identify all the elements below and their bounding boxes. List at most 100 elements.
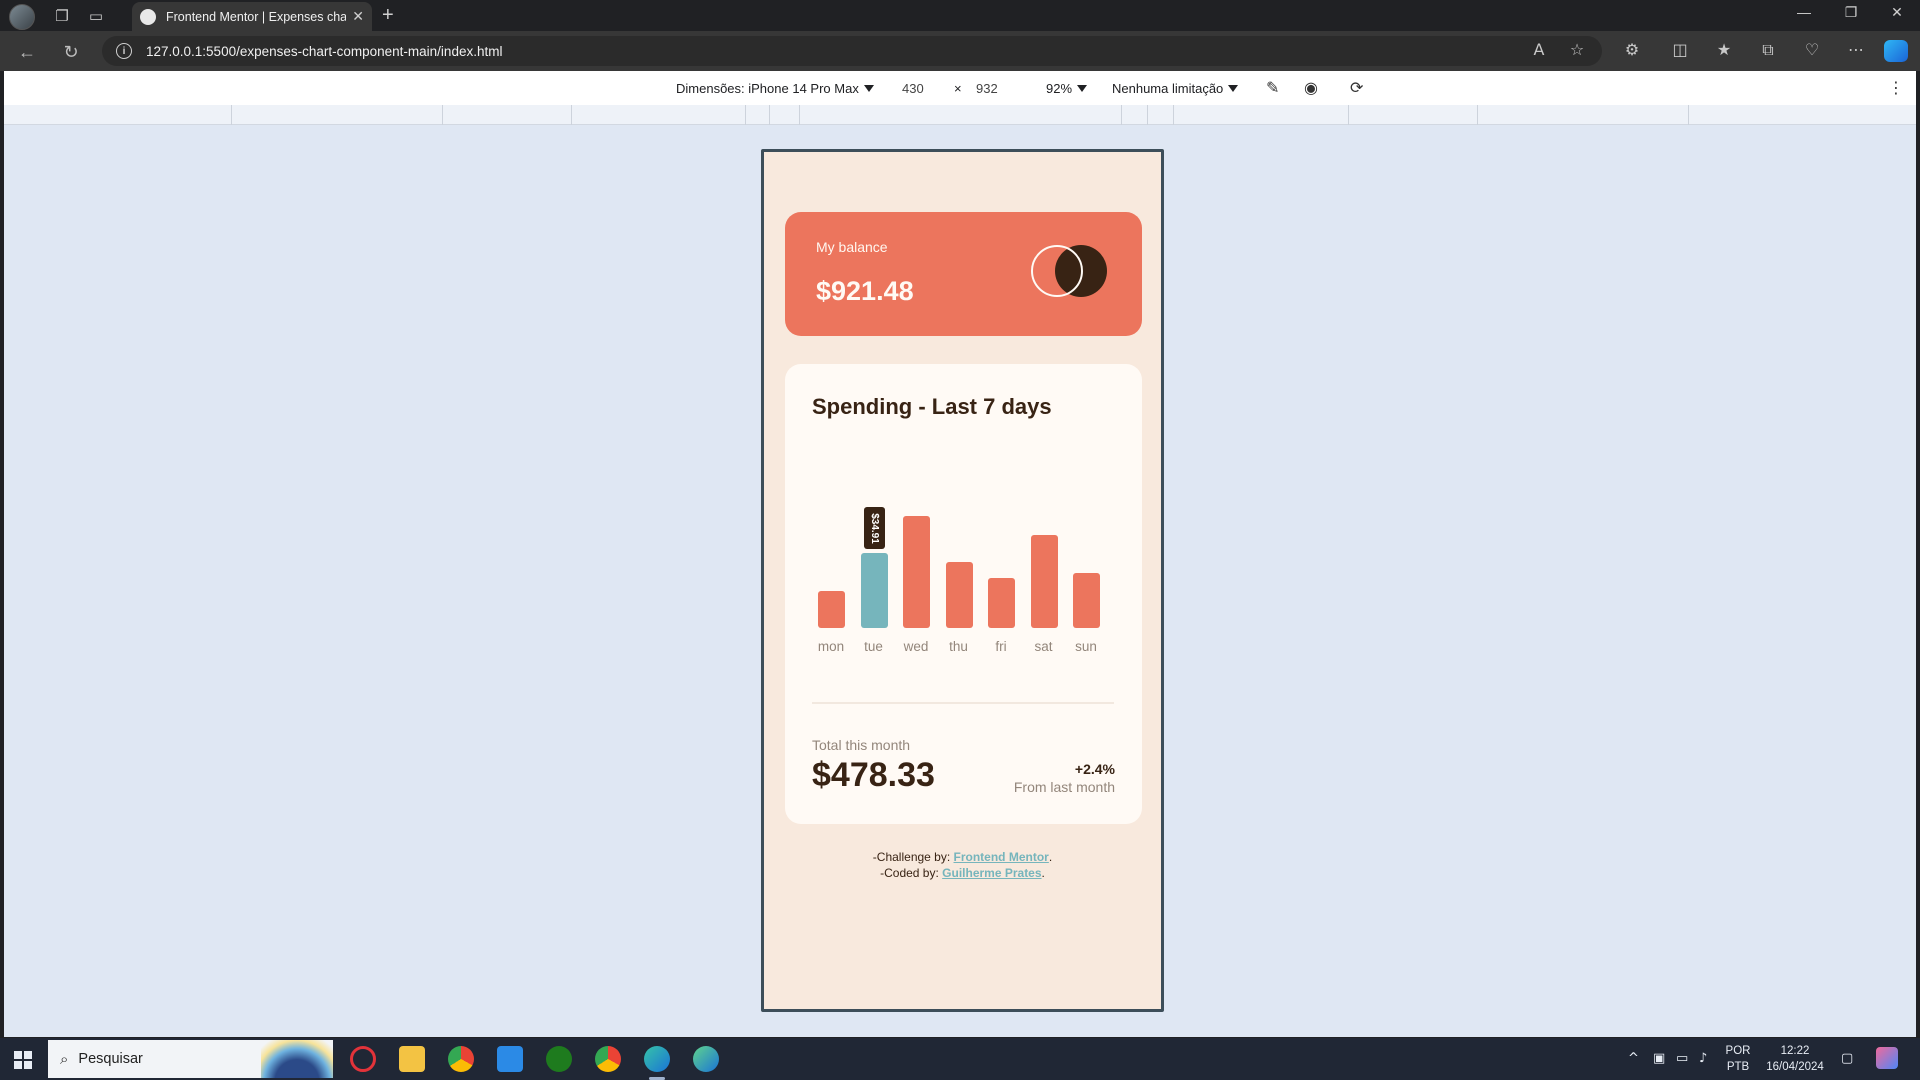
chrome-profile-icon[interactable] [595, 1046, 621, 1072]
clock-date: 16/04/2024 [1766, 1061, 1824, 1073]
coded-line: -Coded by: Guilherme Prates. [764, 865, 1161, 881]
width-input[interactable]: 430 [902, 81, 924, 96]
favorite-star-icon[interactable]: ☆ [1565, 40, 1589, 59]
edge-dev-icon[interactable] [693, 1046, 719, 1072]
dimension-separator: × [954, 81, 962, 96]
chevron-down-icon [863, 85, 874, 92]
eyedropper-icon[interactable]: ✎ [1266, 78, 1279, 97]
chrome-icon[interactable] [448, 1046, 474, 1072]
author-link[interactable]: Guilherme Prates [942, 866, 1041, 880]
lang-bottom: PTB [1726, 1061, 1750, 1073]
frontend-mentor-link[interactable]: Frontend Mentor [954, 850, 1049, 864]
browser-essentials-icon[interactable]: ♡ [1800, 40, 1824, 59]
device-select[interactable]: Dimensões: iPhone 14 Pro Max [676, 81, 874, 96]
tab-title: Frontend Mentor | Expenses chart compone… [166, 9, 347, 24]
profile-avatar[interactable] [9, 4, 35, 30]
windows-taskbar: ⌕ Pesquisar ^ ▣ ▭ ♪ POR PTB 12:22 16/04/20… [0, 1038, 1920, 1080]
refresh-icon[interactable]: ↻ [58, 39, 84, 65]
spending-chart: mon tue $34.91 wed thu fri sat sun [812, 494, 1112, 654]
change-percent: +2.4% [1074, 761, 1115, 777]
chart-label-tue: tue [864, 639, 883, 654]
device-more-icon[interactable]: ⋮ [1888, 78, 1904, 97]
vscode-icon[interactable] [497, 1046, 523, 1072]
rotate-device-icon[interactable]: ⟳ [1350, 78, 1363, 97]
throttle-select[interactable]: Nenhuma limitação [1112, 81, 1239, 96]
chart-tooltip: $34.91 [863, 507, 885, 549]
chart-bar-mon[interactable] [818, 591, 845, 628]
tab-favicon-icon [140, 8, 156, 25]
attribution: -Challenge by: Frontend Mentor. -Coded b… [764, 849, 1161, 881]
chart-bar-wed[interactable] [903, 516, 930, 628]
meet-now-icon[interactable]: ▣ [1653, 1051, 1665, 1066]
network-icon[interactable]: ▭ [1676, 1051, 1688, 1066]
windows-start-icon[interactable] [14, 1051, 32, 1069]
restore-icon[interactable]: ❐ [1831, 4, 1871, 21]
chart-label-thu: thu [949, 639, 968, 654]
show-hidden-icons-icon[interactable]: ^ [1628, 1051, 1639, 1066]
height-input[interactable]: 932 [976, 81, 998, 96]
throttle-label: Nenhuma limitação [1112, 81, 1224, 96]
challenge-prefix: -Challenge by: [872, 850, 954, 864]
copilot-taskbar-icon[interactable] [1876, 1047, 1898, 1069]
read-aloud-icon[interactable]: A [1527, 40, 1551, 59]
close-tab-icon[interactable]: ✕ [352, 8, 364, 25]
chart-bar-sat[interactable] [1030, 535, 1058, 628]
chart-label-sun: sun [1075, 639, 1097, 654]
chart-label-sat: sat [1034, 639, 1053, 654]
file-explorer-icon[interactable] [399, 1046, 425, 1072]
chart-bar-tue[interactable] [860, 553, 888, 628]
close-window-icon[interactable]: ✕ [1877, 4, 1917, 21]
change-label: From last month [1013, 779, 1115, 795]
chevron-down-icon [1077, 85, 1088, 92]
page-viewport: Dimensões: iPhone 14 Pro Max 430 × 932 9… [4, 71, 1916, 1037]
vertical-tabs-icon[interactable]: ▭ [84, 4, 108, 28]
lang-top: POR [1725, 1045, 1751, 1057]
clock[interactable]: 12:22 16/04/2024 [1760, 1043, 1830, 1075]
balance-label: My balance [816, 239, 888, 255]
favorites-icon[interactable]: ★ [1712, 40, 1736, 59]
chart-label-wed: wed [903, 639, 929, 654]
device-label: Dimensões: iPhone 14 Pro Max [676, 81, 859, 96]
device-toolbar: Dimensões: iPhone 14 Pro Max 430 × 932 9… [4, 71, 1916, 105]
workspaces-icon[interactable]: ❐ [50, 4, 74, 28]
address-url[interactable]: 127.0.0.1:5500/expenses-chart-component-… [146, 44, 502, 59]
opera-icon[interactable] [350, 1046, 376, 1072]
chart-bar-thu[interactable] [945, 562, 973, 628]
chart-label-mon: mon [817, 639, 845, 654]
language-indicator[interactable]: POR PTB [1722, 1043, 1754, 1075]
browser-toolbar: ← ↻ i 127.0.0.1:5500/expenses-chart-comp… [0, 31, 1920, 71]
vision-deficiency-icon[interactable]: ◉ [1304, 78, 1318, 97]
spending-card: Spending - Last 7 days mon tue $34.91 wed th… [785, 364, 1142, 824]
period: . [1048, 850, 1053, 864]
xbox-icon[interactable] [546, 1046, 572, 1072]
taskbar-search[interactable]: ⌕ Pesquisar [48, 1040, 333, 1078]
collections-icon[interactable]: ⧉ [1756, 40, 1780, 60]
logo-circle-outline [1031, 245, 1083, 297]
site-info-icon[interactable]: i [116, 43, 132, 59]
challenge-line: -Challenge by: Frontend Mentor. [764, 849, 1161, 865]
address-bar[interactable]: i 127.0.0.1:5500/expenses-chart-componen… [102, 36, 1602, 66]
chart-bar-sun[interactable] [1073, 573, 1100, 628]
notifications-icon[interactable]: ▢ [1841, 1051, 1853, 1066]
zoom-select[interactable]: 92% [1046, 81, 1088, 96]
new-tab-icon[interactable]: + [382, 4, 394, 27]
balance-amount: $921.48 [816, 276, 914, 306]
chart-bar-fri[interactable] [988, 578, 1015, 628]
clock-time: 12:22 [1780, 1045, 1810, 1057]
volume-icon[interactable]: ♪ [1699, 1051, 1707, 1066]
spending-title: Spending - Last 7 days [812, 394, 1052, 419]
total-label: Total this month [812, 737, 911, 753]
copilot-icon[interactable] [1884, 40, 1908, 62]
back-icon[interactable]: ← [14, 39, 40, 65]
split-screen-icon[interactable]: ◫ [1668, 40, 1692, 59]
edge-icon[interactable] [644, 1046, 670, 1072]
total-amount: $478.33 [812, 756, 935, 794]
extensions-icon[interactable]: ⚙ [1620, 40, 1644, 59]
more-options-icon[interactable]: ⋯ [1844, 40, 1868, 59]
browser-tab-active[interactable]: Frontend Mentor | Expenses chart compone… [132, 2, 372, 31]
search-placeholder: Pesquisar [78, 1051, 143, 1067]
balance-card: My balance $921.48 [785, 212, 1142, 336]
minimize-icon[interactable]: — [1784, 4, 1824, 20]
zoom-label: 92% [1046, 81, 1073, 96]
browser-titlebar: ❐ ▭ Frontend Mentor | Expenses chart com… [0, 0, 1920, 31]
